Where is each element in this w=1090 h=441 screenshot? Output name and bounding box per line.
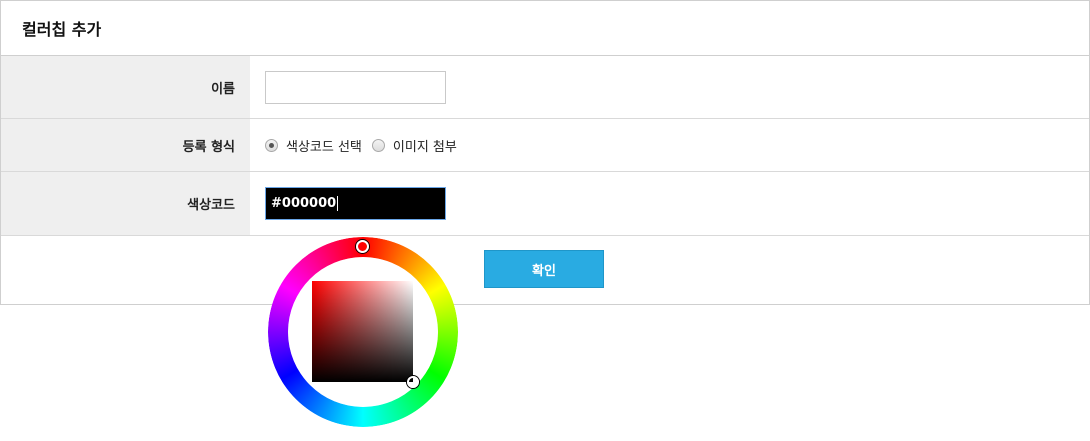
radio-label-image-attach: 이미지 첨부 bbox=[392, 139, 457, 155]
radio-label-color-code: 색상코드 선택 bbox=[286, 139, 362, 155]
color-wheel-picker[interactable] bbox=[268, 237, 458, 427]
confirm-button[interactable]: 확인 bbox=[484, 250, 604, 288]
radio-image-attach[interactable]: 이미지 첨부 bbox=[371, 136, 457, 155]
radio-unchecked-icon[interactable] bbox=[371, 138, 385, 152]
name-row: 이름 bbox=[1, 56, 1089, 119]
color-code-row: 색상코드 #000000 bbox=[1, 172, 1089, 236]
color-code-input[interactable]: #000000 bbox=[265, 187, 446, 220]
color-code-value: #000000 bbox=[271, 196, 337, 211]
radio-checked-icon[interactable] bbox=[265, 138, 278, 152]
text-caret bbox=[337, 196, 339, 211]
saturation-value-square[interactable] bbox=[312, 281, 413, 382]
color-code-label: 색상코드 bbox=[1, 172, 250, 235]
hue-marker-icon[interactable] bbox=[356, 240, 369, 253]
registration-type-label: 등록 형식 bbox=[1, 119, 250, 171]
radio-color-code-select[interactable]: 색상코드 선택 bbox=[265, 136, 362, 155]
name-label: 이름 bbox=[1, 56, 250, 118]
panel-title: 컬러칩 추가 bbox=[1, 1, 1089, 56]
registration-type-row: 등록 형식 색상코드 선택 이미지 첨부 bbox=[1, 119, 1089, 172]
sv-marker-icon[interactable] bbox=[407, 376, 419, 388]
name-input[interactable] bbox=[265, 70, 446, 104]
